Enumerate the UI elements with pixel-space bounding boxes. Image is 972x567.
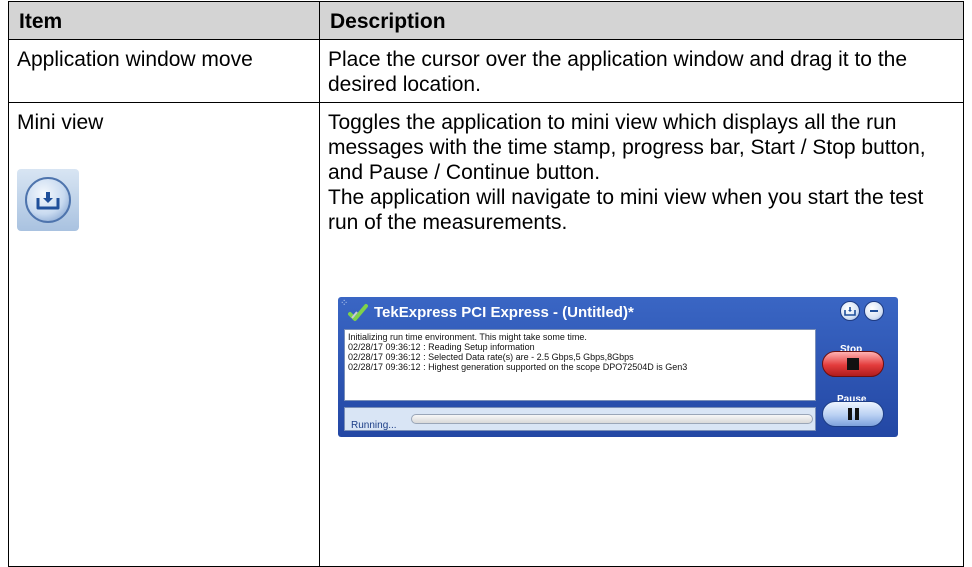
- status-bar: Running...: [344, 407, 816, 431]
- header-item: Item: [8, 1, 320, 40]
- tray-arrow-icon: [36, 192, 60, 210]
- checkmark-icon: [348, 304, 368, 321]
- restore-icon: [844, 307, 856, 316]
- progress-bar: [411, 414, 813, 424]
- header-description: Description: [319, 1, 964, 40]
- table-row: Mini view Toggles the application to min…: [8, 102, 964, 567]
- item-label: Mini view: [17, 111, 104, 134]
- run-message: 02/28/17 09:36:12 : Selected Data rate(s…: [348, 352, 634, 362]
- item-cell: Application window move: [8, 39, 320, 103]
- status-text: Running...: [351, 420, 397, 431]
- description-text: The application will navigate to mini vi…: [328, 186, 924, 234]
- stop-button[interactable]: [822, 351, 884, 377]
- info-table: Item Description Application window move…: [8, 1, 964, 567]
- mini-view-icon: [17, 169, 79, 231]
- run-message: Initializing run time environment. This …: [348, 332, 587, 342]
- run-message: 02/28/17 09:36:12 : Reading Setup inform…: [348, 342, 535, 352]
- minus-icon: [870, 310, 878, 312]
- pause-icon: [847, 408, 852, 420]
- mini-view-titlebar: TekExpress PCI Express - (Untitled)*: [348, 303, 634, 323]
- minimize-button[interactable]: [864, 301, 884, 321]
- item-label: Application window move: [17, 48, 253, 71]
- table-header-row: Item Description: [8, 1, 964, 40]
- description-cell: Place the cursor over the application wi…: [319, 39, 964, 103]
- stop-icon: [847, 358, 859, 370]
- run-messages-panel[interactable]: Initializing run time environment. This …: [344, 329, 816, 401]
- description-text: Place the cursor over the application wi…: [328, 48, 908, 96]
- item-cell: Mini view: [8, 102, 320, 567]
- run-message: 02/28/17 09:36:12 : Highest generation s…: [348, 362, 688, 372]
- description-cell: Toggles the application to mini view whi…: [319, 102, 964, 567]
- mini-view-window: ⁘ TekExpress PCI Express - (Untitled)* I…: [338, 297, 898, 437]
- table-row: Application window move Place the cursor…: [8, 39, 964, 103]
- restore-view-button[interactable]: [840, 301, 860, 321]
- mini-view-title: TekExpress PCI Express - (Untitled)*: [374, 304, 634, 321]
- description-text: Toggles the application to mini view whi…: [328, 111, 926, 184]
- pause-button[interactable]: [822, 401, 884, 427]
